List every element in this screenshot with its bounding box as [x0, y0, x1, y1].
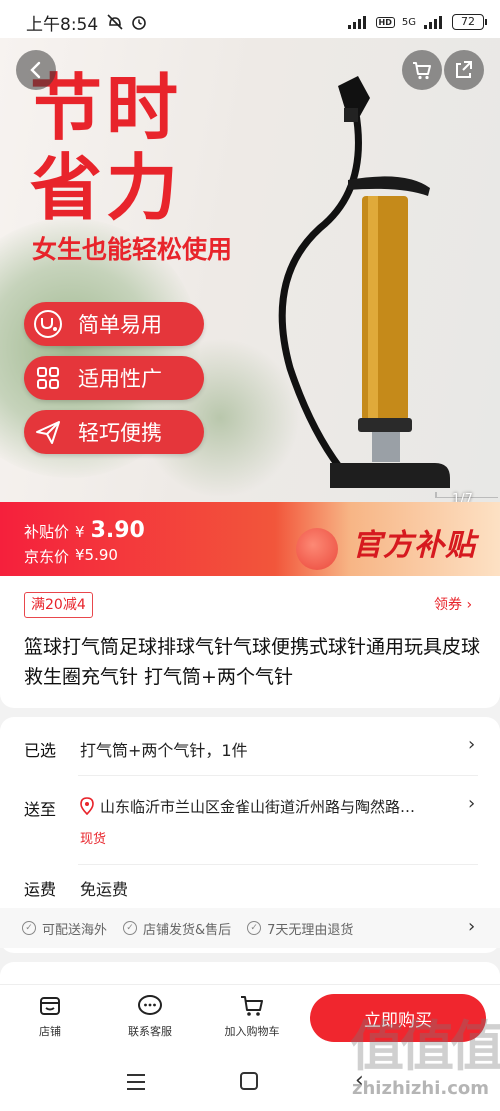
freight-label: 运费 [24, 880, 57, 899]
product-image-carousel[interactable]: 节时 省力 女生也能轻松使用 简单易用 适用性广 轻巧便携 1/7 [0, 38, 500, 502]
feature-pill-versatile: 适用性广 [24, 356, 204, 400]
freight-value: 免运费 [80, 880, 129, 899]
guarantee-item: ✓ 店铺发货&售后 [123, 919, 231, 938]
headline-line2: 省力 [30, 146, 183, 230]
air-pump-image [278, 76, 498, 498]
promo-tag[interactable]: 满20减4 [24, 592, 93, 618]
selected-chevron-icon[interactable]: › [468, 734, 475, 755]
subsidy-price-label: 补贴价 [24, 523, 70, 541]
get-coupon-link[interactable]: 领券 › [434, 594, 472, 614]
store-icon [40, 997, 60, 1015]
stethoscope-icon [28, 304, 68, 344]
stock-status: 现货 [80, 832, 107, 847]
alarm-icon [132, 16, 146, 30]
battery-icon: 72 [452, 14, 487, 30]
location-pin-icon [80, 797, 94, 815]
signal-icon [347, 16, 366, 29]
address-chevron-icon[interactable]: › [468, 793, 475, 814]
image-pager: 1/7 [452, 492, 473, 502]
guarantee-chevron-icon[interactable]: › [468, 916, 475, 937]
ship-address[interactable]: 山东临沂市兰山区金雀山街道沂州路与陶然路… [100, 796, 470, 817]
cart-button[interactable] [402, 50, 442, 90]
cart-icon [413, 62, 431, 80]
divider [78, 864, 478, 865]
status-time: 上午8:54 [26, 14, 99, 35]
cart-icon [241, 996, 263, 1016]
guarantee-item: ✓ 可配送海外 [22, 919, 107, 938]
signal-icon-2 [424, 16, 442, 29]
grid-icon [28, 358, 68, 398]
ship-to-label: 送至 [24, 800, 57, 819]
divider [78, 775, 478, 776]
jd-price: ¥5.90 [75, 546, 118, 564]
check-circle-icon: ✓ [22, 921, 36, 935]
watermark-url: zhizhizhi.com [352, 1078, 490, 1099]
feature-label-portable: 轻巧便携 [78, 421, 162, 445]
mute-icon [107, 14, 123, 30]
add-to-cart-label: 加入购物车 [224, 1025, 280, 1038]
coin-icon [296, 528, 338, 570]
store-button[interactable]: 店铺 [10, 994, 90, 1039]
selected-value[interactable]: 打气筒+两个气针，1件 [80, 737, 248, 761]
feature-pill-portable: 轻巧便携 [24, 410, 204, 454]
feature-label-easy: 简单易用 [78, 313, 162, 337]
feature-pill-easy: 简单易用 [24, 302, 204, 346]
product-title: 篮球打气筒足球排球气针气球便携式球针通用玩具皮球救生圈充气针 打气筒+两个气针 [24, 636, 481, 688]
hd-icon: HD [375, 16, 395, 28]
guarantee-item: ✓ 7天无理由退货 [247, 919, 353, 938]
jd-price-label: 京东价 [24, 548, 70, 566]
guarantee-strip[interactable]: ✓ 可配送海外 ✓ 店铺发货&售后 ✓ 7天无理由退货 › [0, 908, 500, 948]
chat-icon [138, 995, 162, 1015]
customer-service-button[interactable]: 联系客服 [110, 994, 190, 1039]
share-icon [456, 61, 472, 78]
check-circle-icon: ✓ [247, 921, 262, 935]
store-label: 店铺 [39, 1025, 61, 1038]
check-circle-icon: ✓ [123, 921, 138, 935]
official-subsidy-badge: 官方补贴 [352, 528, 476, 563]
customer-service-label: 联系客服 [128, 1025, 172, 1038]
back-button[interactable] [16, 50, 56, 90]
feature-label-versatile: 适用性广 [78, 367, 162, 391]
share-button[interactable] [444, 50, 484, 90]
hero-subheadline: 女生也能轻松使用 [32, 235, 233, 264]
currency-symbol: ¥ [75, 523, 85, 541]
add-to-cart-button[interactable]: 加入购物车 [212, 994, 292, 1039]
headline-line1: 节时 [30, 66, 183, 150]
watermark-logo: 值值值 [350, 1015, 500, 1078]
selected-label: 已选 [24, 741, 57, 760]
recent-apps-button[interactable] [127, 1074, 145, 1095]
home-button[interactable] [240, 1072, 258, 1090]
network-type: 5G [401, 16, 416, 28]
paper-plane-icon [28, 412, 68, 452]
chevron-left-icon [30, 61, 41, 79]
subsidy-price: 3.90 [90, 518, 145, 543]
